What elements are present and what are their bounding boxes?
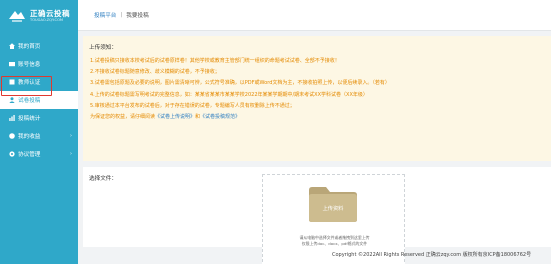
certificate-icon	[8, 79, 15, 86]
user-icon	[8, 97, 15, 104]
notice-line: 1.试卷投稿只接收本校考试后的试卷原样卷！其他学校或教育主管部门统一组织的命题考…	[90, 58, 340, 64]
upload-guide-link[interactable]: 《试卷上传说明》	[155, 114, 195, 120]
upload-hint-line: 仅限上传doc、docx、pdf格式的文件	[301, 241, 368, 246]
submission-rules-link[interactable]: 《试卷投稿规范》	[200, 114, 240, 120]
upload-button-label: 上传资料	[322, 206, 344, 212]
notice-title: 上传须知：	[89, 45, 117, 51]
yen-icon	[8, 133, 15, 140]
upload-notice-panel: 上传须知： 1.试卷投稿只接收本校考试后的试卷原样卷！其他学校或教育主管部门统一…	[83, 36, 551, 161]
id-card-icon	[8, 61, 15, 68]
sidebar-item-label: 账号信息	[18, 62, 41, 68]
home-icon	[8, 43, 15, 50]
chevron-right-icon: ›	[70, 151, 72, 157]
brand-subtitle: TOUGAO.ZQY.COM	[30, 17, 63, 22]
gear-icon	[8, 151, 15, 158]
sidebar-item-home[interactable]: 我的首页	[0, 37, 78, 55]
chart-icon	[8, 115, 15, 122]
notice-line: 5.审核通过本平台发布的试卷后，对于存在错误的试卷，专题编写人员有权删除上传不通…	[90, 102, 295, 109]
sidebar-item-paper-submit[interactable]: 试卷投稿	[0, 91, 78, 109]
upload-folder-button[interactable]: 上传资料	[307, 184, 359, 224]
breadcrumb-root-link[interactable]: 投稿平台	[94, 11, 116, 19]
notice-line: 3.试卷需包括原题及必要的说明，图片需清晰可辨，公式符号准确，以PDF或Word…	[90, 80, 390, 87]
sidebar-item-label: 我的收益	[18, 134, 41, 140]
notice-line: 4.上传的试卷标题需写明考试的完整信息，如：某某省某某市某某学校2022年某某学…	[90, 91, 368, 98]
upload-hint: 请从电脑中选择文件或者拖拽到这里上传 仅限上传doc、docx、pdf格式的文件	[269, 235, 400, 247]
sidebar-nav: 我的首页 账号信息 教师认证 试卷投稿 投稿统计 我的收益 › 协议管理 ›	[0, 37, 78, 163]
file-select-label: 选择文件：	[89, 176, 117, 182]
sidebar-item-label: 协议管理	[18, 152, 41, 158]
sidebar-item-earnings[interactable]: 我的收益 ›	[0, 127, 78, 145]
notice-footer-text: 为保证您的权益，请仔细阅读	[90, 114, 156, 121]
sidebar-item-label: 教师认证	[18, 80, 41, 86]
sidebar-item-label: 投稿统计	[18, 116, 41, 122]
main-content: 上传须知： 1.试卷投稿只接收本校考试后的试卷原样卷！其他学校或教育主管部门统一…	[83, 31, 551, 264]
brand-logo[interactable]: 正确云投稿 TOUGAO.ZQY.COM	[0, 0, 78, 31]
breadcrumb-separator: |	[120, 12, 123, 18]
breadcrumb-current: 我要投稿	[126, 13, 149, 19]
sidebar-item-statistics[interactable]: 投稿统计	[0, 109, 78, 127]
notice-list: 1.试卷投稿只接收本校考试后的试卷原样卷！其他学校或教育主管部门统一组织的命题考…	[90, 56, 545, 123]
folder-icon	[309, 187, 357, 222]
sidebar-item-account[interactable]: 账号信息	[0, 55, 78, 73]
sidebar-item-teacher-auth[interactable]: 教师认证	[0, 73, 78, 91]
breadcrumb: 投稿平台 | 我要投稿	[94, 11, 149, 19]
top-bar: 投稿平台 | 我要投稿	[78, 0, 551, 31]
brand-title: 正确云投稿	[30, 8, 70, 18]
upload-section: 选择文件： 上传资料 请从电脑中选择文件或者拖拽到这里上传 仅限上传doc、do…	[83, 167, 551, 264]
notice-line: 2.不接收试卷标题随意修改、歧义模糊的试卷，不予接收；	[90, 69, 220, 76]
logo-icon	[8, 9, 26, 23]
copyright-footer: Copyright ©2022All Rights Reserved 正确云zq…	[332, 252, 532, 258]
sidebar-item-agreements[interactable]: 协议管理 ›	[0, 145, 78, 163]
notice-footer-line: 为保证您的权益，请仔细阅读《试卷上传说明》和《试卷投稿规范》	[90, 112, 545, 123]
app-window: 正确云投稿 TOUGAO.ZQY.COM 我的首页 账号信息 教师认证 试卷投稿	[0, 0, 551, 264]
sidebar-item-label: 试卷投稿	[18, 98, 41, 104]
sidebar: 正确云投稿 TOUGAO.ZQY.COM 我的首页 账号信息 教师认证 试卷投稿	[0, 0, 78, 264]
chevron-right-icon: ›	[70, 133, 72, 139]
sidebar-item-label: 我的首页	[18, 44, 41, 50]
